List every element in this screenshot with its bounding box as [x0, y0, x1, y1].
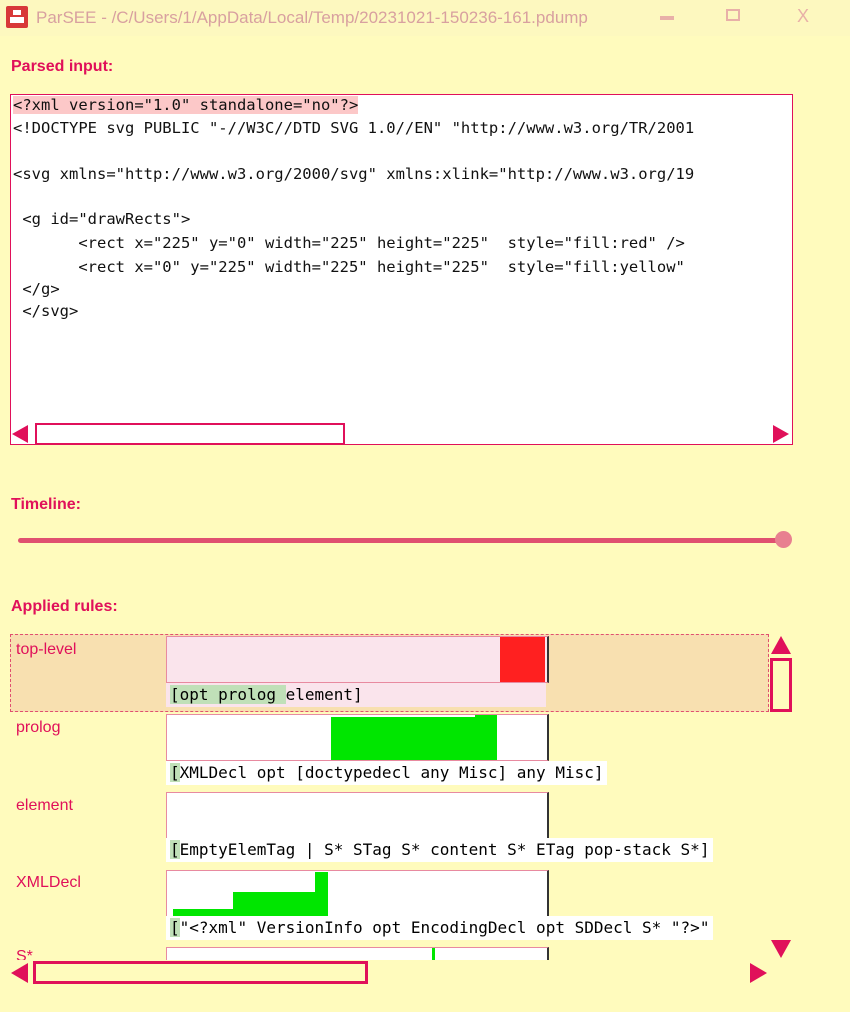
editor-hscroll-thumb[interactable]: [35, 423, 345, 445]
timeline-slider[interactable]: [18, 538, 786, 543]
rules-vscroll-thumb[interactable]: [770, 658, 792, 712]
rule-name: S*: [16, 948, 33, 960]
code-line: <!DOCTYPE svg PUBLIC "-//W3C//DTD SVG 1.…: [13, 119, 695, 137]
scroll-left-icon[interactable]: [11, 963, 28, 983]
rules-list: top-level [opt prolog element] prolog [X…: [0, 630, 770, 960]
maximize-button[interactable]: [726, 9, 740, 21]
rule-timeline-bar: [166, 714, 549, 761]
rule-definition: [XMLDecl opt [doctypedecl any Misc] any …: [166, 761, 608, 785]
rule-name: prolog: [16, 719, 61, 736]
code-line: <?xml version="1.0" standalone="no"?>: [13, 96, 359, 114]
timeline-knob[interactable]: [775, 531, 792, 548]
title-bar: ParSEE - /C/Users/1/AppData/Local/Temp/2…: [0, 0, 850, 36]
rule-definition: [EmptyElemTag | S* STag S* content S* ET…: [166, 838, 714, 862]
rule-name: element: [16, 797, 73, 814]
rule-definition: ["<?xml" VersionInfo opt EncodingDecl op…: [166, 916, 714, 940]
rule-name: XMLDecl: [16, 874, 81, 891]
applied-rules-label: Applied rules:: [11, 598, 118, 615]
scroll-right-icon[interactable]: [750, 963, 767, 983]
parsed-input-label: Parsed input:: [11, 58, 114, 75]
app-icon: [6, 6, 28, 28]
code-line: </svg>: [13, 302, 79, 320]
rule-timeline-bar: [166, 870, 549, 917]
scroll-down-icon[interactable]: [771, 940, 791, 958]
parsed-input-editor[interactable]: <?xml version="1.0" standalone="no"?> <!…: [10, 94, 793, 445]
code-line: <rect x="225" y="0" width="225" height="…: [13, 234, 685, 252]
code-line: <svg xmlns="http://www.w3.org/2000/svg" …: [13, 165, 695, 183]
scroll-left-icon[interactable]: [12, 425, 28, 443]
code-line: <g id="drawRects">: [13, 210, 191, 228]
rule-definition: [opt prolog element]: [166, 683, 546, 707]
rule-timeline-bar: [166, 792, 549, 839]
code-line: <rect x="0" y="225" width="225" height="…: [13, 258, 685, 276]
close-button[interactable]: X: [797, 6, 809, 27]
rule-name: top-level: [16, 641, 77, 658]
window-title: ParSEE - /C/Users/1/AppData/Local/Temp/2…: [36, 8, 588, 27]
scroll-up-icon[interactable]: [771, 636, 791, 654]
minimize-button[interactable]: [660, 16, 674, 20]
scroll-right-icon[interactable]: [773, 425, 789, 443]
code-line: </g>: [13, 280, 60, 298]
timeline-label: Timeline:: [11, 496, 81, 513]
rule-timeline-bar: [166, 947, 549, 960]
rule-timeline-bar: [166, 636, 549, 683]
rules-hscroll-thumb[interactable]: [33, 961, 368, 984]
